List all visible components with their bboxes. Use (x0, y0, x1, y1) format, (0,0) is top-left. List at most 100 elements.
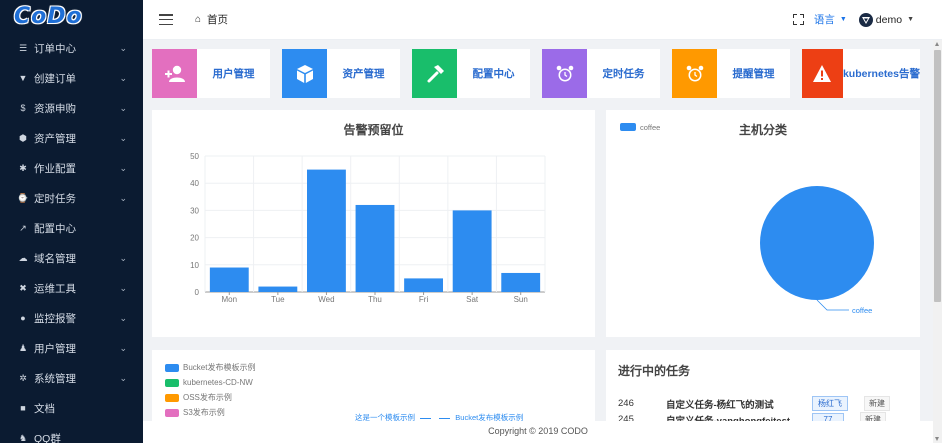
language-dropdown[interactable]: 语言 ▼ (814, 12, 847, 27)
sidebar-item-label: 用户管理 (34, 342, 76, 355)
menu-toggle-icon[interactable] (159, 14, 173, 25)
dollar-icon: $ (20, 103, 26, 113)
page-scrollbar[interactable] (933, 40, 942, 443)
chevron-down-icon: ⌄ (119, 132, 127, 143)
sidebar-item-2[interactable]: $ 资源申购 ⌄ (0, 93, 143, 123)
legend-swatch (165, 393, 179, 402)
y-tick-label: 40 (190, 179, 199, 188)
bar-fri[interactable] (404, 278, 443, 292)
template-legend-item[interactable]: OSS发布示例 (165, 390, 255, 405)
pie-slice-label: coffee (852, 306, 872, 315)
table-row[interactable]: 246 自定义任务-杨红飞的测试 杨红飞 新建 (618, 396, 918, 411)
chevron-down-icon: ⌄ (119, 312, 127, 323)
template-label-1: 这是一个模板示例 (355, 413, 415, 421)
header-actions: 语言 ▼ demo ▼ (792, 12, 914, 27)
pie-legend-swatch[interactable] (620, 123, 636, 131)
table-row[interactable]: 245 自定义任务-yanghongfeitest 77 新建 (618, 412, 918, 421)
document-icon: ■ (20, 403, 26, 413)
sidebar-item-4[interactable]: ✱ 作业配置 ⌄ (0, 153, 143, 183)
y-tick-label: 30 (190, 206, 199, 215)
scroll-down-icon[interactable] (935, 437, 939, 441)
chevron-down-icon: ⌄ (119, 282, 127, 293)
home-icon[interactable]: ⌂ (195, 14, 201, 25)
sidebar-item-label: QQ群 (34, 432, 61, 443)
pie-label-line (816, 299, 849, 311)
sidebar-item-1[interactable]: ▼ 创建订单 ⌄ (0, 63, 143, 93)
bar-tue[interactable] (258, 286, 298, 292)
shortcut-card-3[interactable]: 定时任务 (542, 49, 660, 98)
sidebar: CoDo ☰ 订单中心 ⌄ ▼ 创建订单 ⌄ $ 资源申购 ⌄ ⬢ 资产管理 ⌄ ✱ 作业配置 ⌄ ⌚ 定时任务… (0, 0, 143, 443)
sidebar-item-11[interactable]: ✲ 系统管理 ⌄ (0, 363, 143, 393)
scrollbar-thumb[interactable] (934, 50, 941, 302)
sidebar-item-9[interactable]: ● 监控报警 ⌄ (0, 303, 143, 333)
template-legend: Bucket发布模板示例 kubernetes-CD-NW OSS发布示例 S3发布示… (165, 360, 255, 420)
sidebar-nav: ☰ 订单中心 ⌄ ▼ 创建订单 ⌄ $ 资源申购 ⌄ ⬢ 资产管理 ⌄ ✱ 作业配置 ⌄ ⌚ 定时任务 ⌄ ↗ 配置中… (0, 33, 143, 443)
x-tick-label: Sun (514, 295, 528, 304)
sidebar-item-3[interactable]: ⬢ 资产管理 ⌄ (0, 123, 143, 153)
cube-icon: ⬢ (19, 132, 27, 143)
shortcut-card-1[interactable]: 资产管理 (282, 49, 400, 98)
users-icon: ♟ (18, 342, 28, 353)
x-tick-label: Tue (271, 295, 285, 304)
sidebar-item-label: 监控报警 (34, 312, 76, 325)
shortcut-card-0[interactable]: 用户管理 (152, 49, 270, 98)
pie-slice-coffee[interactable] (760, 186, 874, 300)
tools-icon: ✖ (19, 282, 27, 293)
x-tick-label: Thu (368, 295, 382, 304)
cloud-icon: ☁ (18, 252, 28, 263)
bar-mon[interactable] (209, 267, 249, 292)
task-user-tag: 77 (812, 413, 844, 421)
user-name: demo (875, 13, 903, 26)
legend-label: Bucket发布模板示例 (183, 363, 256, 372)
alarm-chart-panel: 告警预留位 0 10 20 30 40 50 Mon Tue Wed Thu Fri Sat Sun (152, 110, 595, 337)
template-legend-item[interactable]: Bucket发布模板示例 (165, 360, 255, 375)
sidebar-item-10[interactable]: ♟ 用户管理 ⌄ (0, 333, 143, 363)
bar-sun[interactable] (501, 272, 541, 292)
shortcut-card-2[interactable]: 配置中心 (412, 49, 530, 98)
shortcut-label: 配置中心 (472, 68, 515, 80)
sidebar-item-label: 资源申购 (34, 102, 76, 115)
legend-label: S3发布示例 (183, 408, 225, 417)
sidebar-item-7[interactable]: ☁ 域名管理 ⌄ (0, 243, 143, 273)
logo[interactable]: CoDo (0, 0, 143, 33)
template-legend-item[interactable]: kubernetes-CD-NW (165, 375, 255, 390)
bar-thu[interactable] (355, 204, 395, 292)
bar-wed[interactable] (307, 169, 346, 292)
sidebar-item-6[interactable]: ↗ 配置中心 (0, 213, 143, 243)
host-chart-panel: 主机分类 coffee coffee (606, 110, 920, 337)
template-legend-item[interactable]: S3发布示例 (165, 405, 255, 420)
x-tick-label: Sat (466, 295, 479, 304)
sidebar-item-0[interactable]: ☰ 订单中心 ⌄ (0, 33, 143, 63)
chevron-down-icon: ⌄ (119, 372, 127, 383)
logo-text: CoDo (14, 4, 83, 29)
bell-icon: ● (20, 313, 26, 323)
add-user-icon (152, 49, 197, 98)
shortcut-label: kubernetes告警 (842, 68, 920, 80)
sidebar-item-5[interactable]: ⌚ 定时任务 ⌄ (0, 183, 143, 213)
sidebar-item-12[interactable]: ■ 文档 (0, 393, 143, 423)
shortcut-card-4[interactable]: 提醒管理 (672, 49, 790, 98)
shortcut-label: 资产管理 (342, 68, 385, 80)
template-label-2: Bucket发布模板示例 (455, 413, 524, 421)
legend-swatch (165, 408, 179, 417)
pie-legend-label[interactable]: coffee (640, 123, 660, 132)
sidebar-item-8[interactable]: ✖ 运维工具 ⌄ (0, 273, 143, 303)
template-partial-label: 这是一个模板示例 Bucket发布模板示例 (355, 412, 523, 421)
task-id: 246 (618, 398, 634, 409)
task-name: 自定义任务-杨红飞的测试 (666, 399, 774, 411)
sidebar-item-label: 配置中心 (34, 222, 76, 235)
fullscreen-icon[interactable] (792, 14, 804, 25)
y-tick-label: 10 (190, 261, 199, 270)
settings-icon: ✲ (19, 372, 27, 383)
bar-sat[interactable] (452, 210, 492, 292)
scroll-up-icon[interactable] (935, 42, 939, 46)
shortcut-card-5[interactable]: kubernetes告警 (802, 49, 920, 98)
wrench-icon: ↗ (19, 222, 27, 233)
sidebar-item-label: 创建订单 (34, 72, 76, 85)
task-name: 自定义任务-yanghongfeitest (666, 415, 791, 422)
breadcrumb-home[interactable]: 首页 (207, 12, 228, 27)
y-tick-label: 0 (195, 288, 200, 297)
sidebar-item-13[interactable]: ♞ QQ群 (0, 423, 143, 443)
user-dropdown[interactable]: demo ▼ (858, 12, 914, 27)
tasks-panel: 进行中的任务 246 自定义任务-杨红飞的测试 杨红飞 新建 245 自定义任务-yang… (606, 350, 920, 421)
